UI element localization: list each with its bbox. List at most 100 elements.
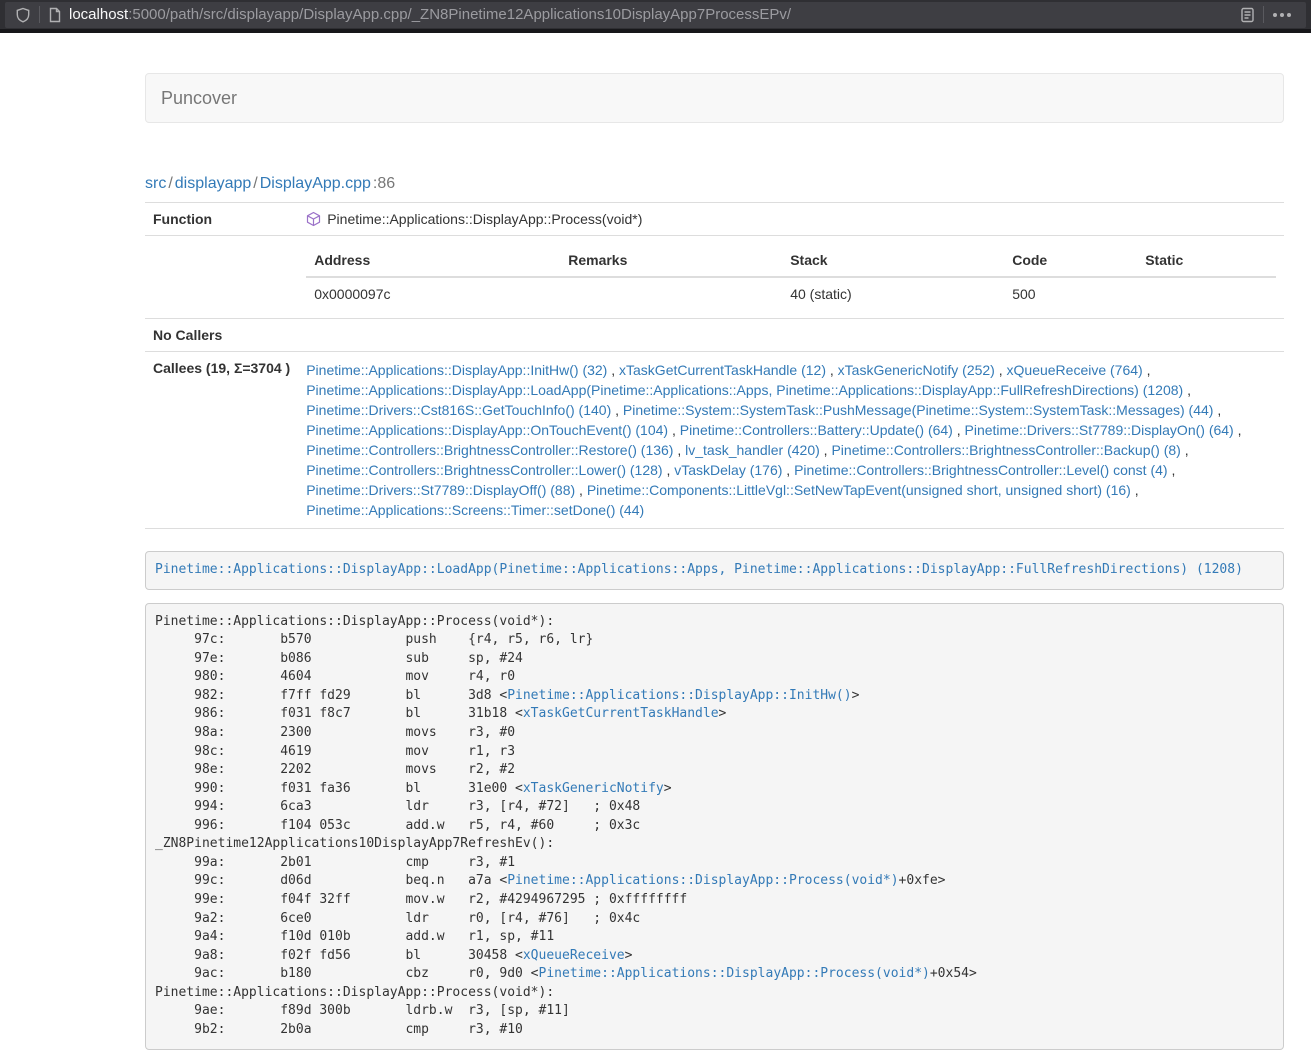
disassembly-line: 98e: 2202 movs r2, #2 bbox=[155, 761, 1274, 780]
disassembly-line: _ZN8Pinetime12Applications10DisplayApp7R… bbox=[155, 835, 1274, 854]
callee-link[interactable]: lv_task_handler (420) bbox=[685, 442, 820, 458]
stats-value-address: 0x0000097c bbox=[306, 277, 560, 310]
callee-separator: , bbox=[1168, 462, 1176, 478]
callee-link[interactable]: Pinetime::Applications::DisplayApp::OnTo… bbox=[306, 422, 668, 438]
stats-header-stack: Stack bbox=[782, 244, 1004, 277]
stats-header-code: Code bbox=[1004, 244, 1137, 277]
breadcrumb-separator: / bbox=[168, 175, 172, 192]
disassembly-line: 9b2: 2b0a cmp r3, #10 bbox=[155, 1021, 1274, 1040]
url-host: localhost bbox=[69, 6, 128, 23]
callee-link[interactable]: Pinetime::Controllers::BrightnessControl… bbox=[831, 442, 1180, 458]
callee-separator: , bbox=[782, 462, 794, 478]
app-navbar: Puncover bbox=[145, 73, 1284, 123]
stats-row: Address Remarks Stack Code Static 0x0000… bbox=[145, 236, 1284, 319]
disassembly-line: Pinetime::Applications::DisplayApp::Proc… bbox=[155, 613, 1274, 632]
callee-link[interactable]: Pinetime::Drivers::Cst816S::GetTouchInfo… bbox=[306, 402, 611, 418]
stats-table: Address Remarks Stack Code Static 0x0000… bbox=[306, 244, 1276, 310]
disassembly-line: 97e: b086 sub sp, #24 bbox=[155, 650, 1274, 669]
callee-separator: , bbox=[1181, 442, 1189, 458]
url-text[interactable]: localhost:5000/path/src/displayapp/Displ… bbox=[69, 6, 1240, 23]
page-actions-menu-icon[interactable] bbox=[1272, 12, 1292, 18]
symbol-link[interactable]: xTaskGetCurrentTaskHandle bbox=[523, 706, 719, 721]
disassembly-line: 982: f7ff fd29 bl 3d8 <Pinetime::Applica… bbox=[155, 687, 1274, 706]
url-bar[interactable]: localhost:5000/path/src/displayapp/Displ… bbox=[5, 2, 1306, 28]
no-callers-row: No Callers bbox=[145, 319, 1284, 352]
stats-row-label bbox=[145, 236, 298, 319]
callee-separator: , bbox=[607, 362, 619, 378]
callee-separator: , bbox=[663, 462, 675, 478]
callee-link[interactable]: Pinetime::Controllers::BrightnessControl… bbox=[306, 462, 662, 478]
function-cube-icon bbox=[306, 211, 321, 227]
callee-separator: , bbox=[1143, 362, 1151, 378]
breadcrumb-separator: / bbox=[253, 175, 257, 192]
loadapp-link[interactable]: Pinetime::Applications::DisplayApp::Load… bbox=[155, 562, 1243, 577]
stats-value-code: 500 bbox=[1004, 277, 1137, 310]
callee-separator: , bbox=[995, 362, 1007, 378]
disassembly-line: 9ac: b180 cbz r0, 9d0 <Pinetime::Applica… bbox=[155, 965, 1274, 984]
symbol-link[interactable]: xTaskGenericNotify bbox=[523, 781, 664, 796]
callee-separator: , bbox=[1183, 382, 1191, 398]
callee-separator: , bbox=[575, 482, 587, 498]
url-path: :5000/path/src/displayapp/DisplayApp.cpp… bbox=[128, 6, 791, 23]
callee-link[interactable]: Pinetime::Components::LittleVgl::SetNewT… bbox=[587, 482, 1131, 498]
callee-link[interactable]: Pinetime::Controllers::BrightnessControl… bbox=[794, 462, 1167, 478]
callee-link[interactable]: vTaskDelay (176) bbox=[674, 462, 782, 478]
callee-link[interactable]: xTaskGenericNotify (252) bbox=[838, 362, 995, 378]
callee-separator: , bbox=[673, 442, 685, 458]
disassembly-line: Pinetime::Applications::DisplayApp::Proc… bbox=[155, 984, 1274, 1003]
function-label: Function bbox=[145, 203, 298, 236]
disassembly-line: 99a: 2b01 cmp r3, #1 bbox=[155, 854, 1274, 873]
loadapp-highlight-box: Pinetime::Applications::DisplayApp::Load… bbox=[145, 551, 1284, 590]
breadcrumb: src/displayapp/DisplayApp.cpp:86 bbox=[145, 175, 1284, 193]
callee-separator: , bbox=[1213, 402, 1221, 418]
callees-row: Callees (19, Σ=3704 ) Pinetime::Applicat… bbox=[145, 352, 1284, 529]
actions-divider bbox=[1263, 6, 1264, 23]
callee-separator: , bbox=[668, 422, 680, 438]
breadcrumb-link-src[interactable]: src bbox=[145, 175, 166, 192]
callee-link[interactable]: Pinetime::Controllers::Battery::Update()… bbox=[680, 422, 953, 438]
breadcrumb-line-number: :86 bbox=[373, 175, 395, 192]
disassembly-line: 98c: 4619 mov r1, r3 bbox=[155, 743, 1274, 762]
identity-box[interactable] bbox=[15, 6, 62, 23]
callee-link[interactable]: Pinetime::Drivers::St7789::DisplayOff() … bbox=[306, 482, 575, 498]
symbol-link[interactable]: Pinetime::Applications::DisplayApp::Proc… bbox=[539, 966, 930, 981]
disassembly-line: 994: 6ca3 ldr r3, [r4, #72] ; 0x48 bbox=[155, 798, 1274, 817]
disassembly-code: Pinetime::Applications::DisplayApp::Proc… bbox=[145, 603, 1284, 1050]
callee-link[interactable]: Pinetime::Applications::Screens::Timer::… bbox=[306, 502, 644, 518]
callee-separator: , bbox=[1234, 422, 1242, 438]
breadcrumb-link-displayapp[interactable]: displayapp bbox=[175, 175, 252, 192]
breadcrumb-link-file[interactable]: DisplayApp.cpp bbox=[260, 175, 371, 192]
disassembly-line: 990: f031 fa36 bl 31e00 <xTaskGenericNot… bbox=[155, 780, 1274, 799]
function-row: Function Pinetime::Applications::Display… bbox=[145, 203, 1284, 236]
function-table: Function Pinetime::Applications::Display… bbox=[145, 202, 1284, 529]
stats-header-remarks: Remarks bbox=[560, 244, 782, 277]
brand-title: Puncover bbox=[161, 88, 237, 108]
callee-link[interactable]: Pinetime::Applications::DisplayApp::Init… bbox=[306, 362, 607, 378]
callee-separator: , bbox=[1131, 482, 1139, 498]
symbol-link[interactable]: Pinetime::Applications::DisplayApp::Init… bbox=[507, 688, 851, 703]
callee-link[interactable]: xTaskGetCurrentTaskHandle (12) bbox=[619, 362, 826, 378]
symbol-link[interactable]: xQueueReceive bbox=[523, 948, 625, 963]
page-content: Puncover src/displayapp/DisplayApp.cpp:8… bbox=[145, 73, 1284, 1050]
browser-toolbar: localhost:5000/path/src/displayapp/Displ… bbox=[0, 0, 1311, 33]
disassembly-line: 97c: b570 push {r4, r5, r6, lr} bbox=[155, 631, 1274, 650]
callee-separator: , bbox=[953, 422, 965, 438]
callee-link[interactable]: Pinetime::Controllers::BrightnessControl… bbox=[306, 442, 673, 458]
page-icon[interactable] bbox=[48, 7, 62, 23]
shield-icon[interactable] bbox=[15, 7, 31, 23]
stats-value-remarks bbox=[560, 277, 782, 310]
function-name: Pinetime::Applications::DisplayApp::Proc… bbox=[327, 211, 642, 227]
stats-header-address: Address bbox=[306, 244, 560, 277]
callee-link[interactable]: Pinetime::Drivers::St7789::DisplayOn() (… bbox=[965, 422, 1234, 438]
callee-link[interactable]: xQueueReceive (764) bbox=[1007, 362, 1143, 378]
callee-link[interactable]: Pinetime::Applications::DisplayApp::Load… bbox=[306, 382, 1183, 398]
callee-separator: , bbox=[611, 402, 623, 418]
callee-separator: , bbox=[826, 362, 838, 378]
reader-mode-icon[interactable] bbox=[1240, 7, 1255, 23]
stats-value-stack: 40 (static) bbox=[782, 277, 1004, 310]
callee-link[interactable]: Pinetime::System::SystemTask::PushMessag… bbox=[623, 402, 1214, 418]
no-callers-label: No Callers bbox=[145, 319, 298, 352]
disassembly-line: 99e: f04f 32ff mov.w r2, #4294967295 ; 0… bbox=[155, 891, 1274, 910]
symbol-link[interactable]: Pinetime::Applications::DisplayApp::Proc… bbox=[507, 873, 898, 888]
callee-separator: , bbox=[820, 442, 832, 458]
